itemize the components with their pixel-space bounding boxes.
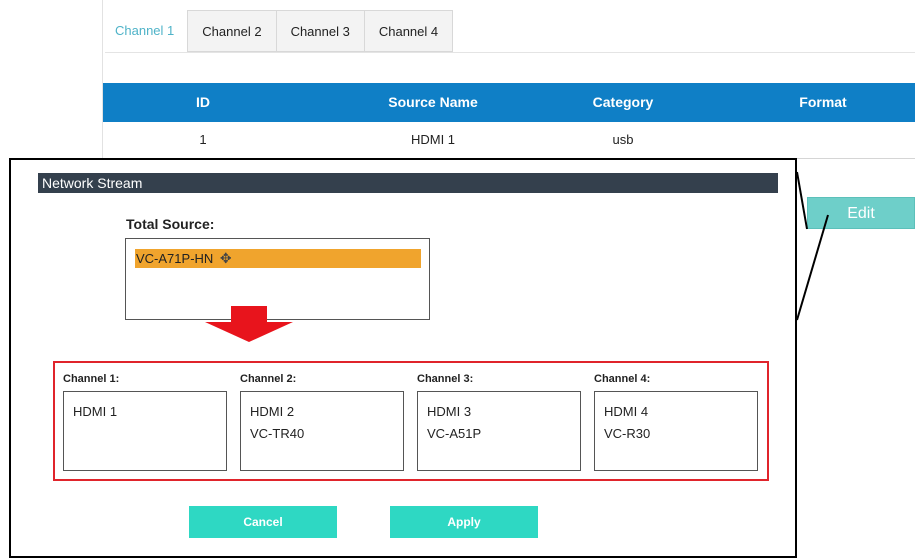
tab-divider	[105, 52, 915, 53]
total-source-label: Total Source:	[126, 216, 215, 232]
list-item[interactable]: VC-A51P	[427, 423, 580, 445]
total-source-item-label: VC-A71P-HN	[136, 251, 214, 266]
cell-id: 1	[199, 132, 207, 147]
tab-channel-2[interactable]: Channel 2	[187, 10, 277, 52]
table-header: ID Source Name Category Format	[103, 83, 915, 122]
cell-category: usb	[612, 132, 634, 147]
list-item[interactable]: VC-R30	[604, 423, 757, 445]
channel-1-label: Channel 1:	[63, 373, 120, 385]
channel-3-label: Channel 3:	[417, 373, 474, 385]
list-item[interactable]: VC-TR40	[250, 423, 403, 445]
header-id: ID	[196, 94, 210, 110]
list-item[interactable]: HDMI 1	[73, 401, 226, 423]
header-source-name: Source Name	[388, 94, 478, 110]
channel-4-list[interactable]: HDMI 4 VC-R30	[594, 391, 758, 471]
tab-channel-4[interactable]: Channel 4	[364, 10, 454, 52]
channel-4-label: Channel 4:	[594, 373, 651, 385]
cancel-button[interactable]: Cancel	[189, 506, 337, 538]
total-source-item[interactable]: VC-A71P-HN ✥	[135, 249, 421, 268]
list-item[interactable]: HDMI 2	[250, 401, 403, 423]
tab-channel-3[interactable]: Channel 3	[276, 10, 365, 52]
channel-2-label: Channel 2:	[240, 373, 297, 385]
channel-1-list[interactable]: HDMI 1	[63, 391, 227, 471]
edit-button[interactable]: Edit	[807, 197, 915, 229]
tab-channel-1[interactable]: Channel 1	[105, 10, 188, 52]
header-category: Category	[592, 94, 654, 110]
down-arrow-icon	[205, 306, 293, 342]
channel-tabs: Channel 1 Channel 2 Channel 3 Channel 4	[105, 10, 454, 53]
dialog-title-bar: Network Stream	[38, 173, 778, 193]
apply-button[interactable]: Apply	[390, 506, 538, 538]
list-item[interactable]: HDMI 3	[427, 401, 580, 423]
table-row[interactable]: 1 HDMI 1 usb	[103, 122, 915, 159]
header-format: Format	[799, 94, 847, 110]
channel-2-list[interactable]: HDMI 2 VC-TR40	[240, 391, 404, 471]
channel-3-list[interactable]: HDMI 3 VC-A51P	[417, 391, 581, 471]
list-item[interactable]: HDMI 4	[604, 401, 757, 423]
cell-source-name: HDMI 1	[410, 132, 456, 147]
move-cursor-icon: ✥	[219, 250, 232, 266]
